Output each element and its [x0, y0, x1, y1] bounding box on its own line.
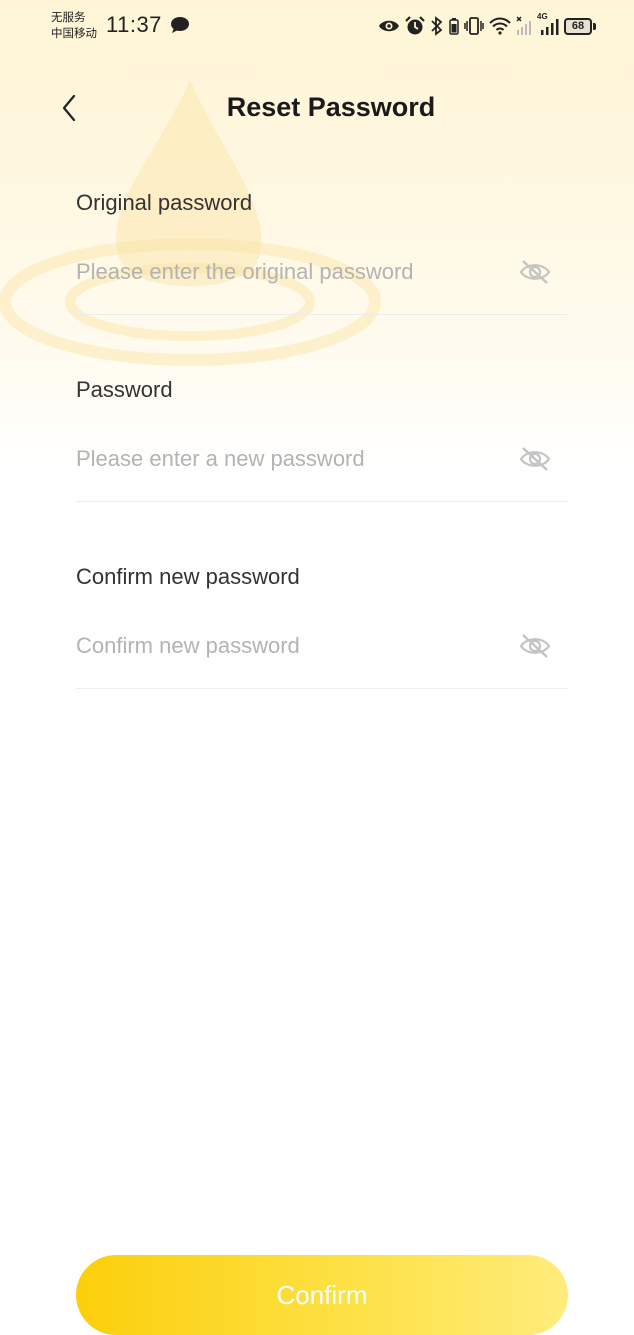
battery-level: 68	[564, 17, 592, 35]
carrier-info: 无服务 中国移动	[51, 10, 97, 42]
alarm-icon	[405, 16, 425, 36]
original-password-field: Original password	[76, 188, 568, 315]
eye-off-icon[interactable]	[518, 443, 552, 475]
signal-icon: 4G	[537, 12, 559, 36]
field-divider	[76, 688, 568, 689]
original-password-input[interactable]	[76, 254, 496, 290]
eye-off-icon[interactable]	[518, 256, 552, 288]
field-divider	[76, 314, 568, 315]
status-time: 11:37	[106, 12, 162, 37]
status-icons: 4G 68	[378, 12, 596, 39]
eye-icon	[378, 18, 400, 34]
network-type-label: 4G	[537, 12, 548, 21]
battery-tip	[593, 22, 596, 30]
new-password-label: Password	[76, 377, 173, 402]
confirm-password-field: Confirm new password	[76, 562, 568, 689]
confirm-password-input[interactable]	[76, 628, 496, 664]
carrier-line2: 中国移动	[51, 28, 97, 40]
status-bar: 无服务 中国移动 11:37 4G 68	[0, 0, 634, 52]
carrier-line1: 无服务	[51, 12, 86, 24]
battery-icon: 68	[564, 17, 596, 35]
bluetooth-battery-icon	[449, 17, 459, 35]
bluetooth-icon	[430, 16, 444, 36]
new-password-input[interactable]	[76, 441, 496, 477]
confirm-password-label: Confirm new password	[76, 564, 300, 589]
eye-off-icon[interactable]	[518, 630, 552, 662]
message-icon	[170, 16, 190, 39]
vibrate-icon	[464, 17, 484, 35]
confirm-password-row	[76, 628, 568, 664]
confirm-button[interactable]: Confirm	[76, 1255, 568, 1335]
wifi-icon	[489, 17, 511, 35]
page-title: Reset Password	[226, 92, 436, 122]
signal-no-service-icon	[516, 16, 532, 36]
new-password-field: Password	[76, 375, 568, 502]
original-password-row	[76, 254, 568, 290]
new-password-row	[76, 441, 568, 477]
original-password-label: Original password	[76, 190, 253, 215]
field-divider	[76, 501, 568, 502]
